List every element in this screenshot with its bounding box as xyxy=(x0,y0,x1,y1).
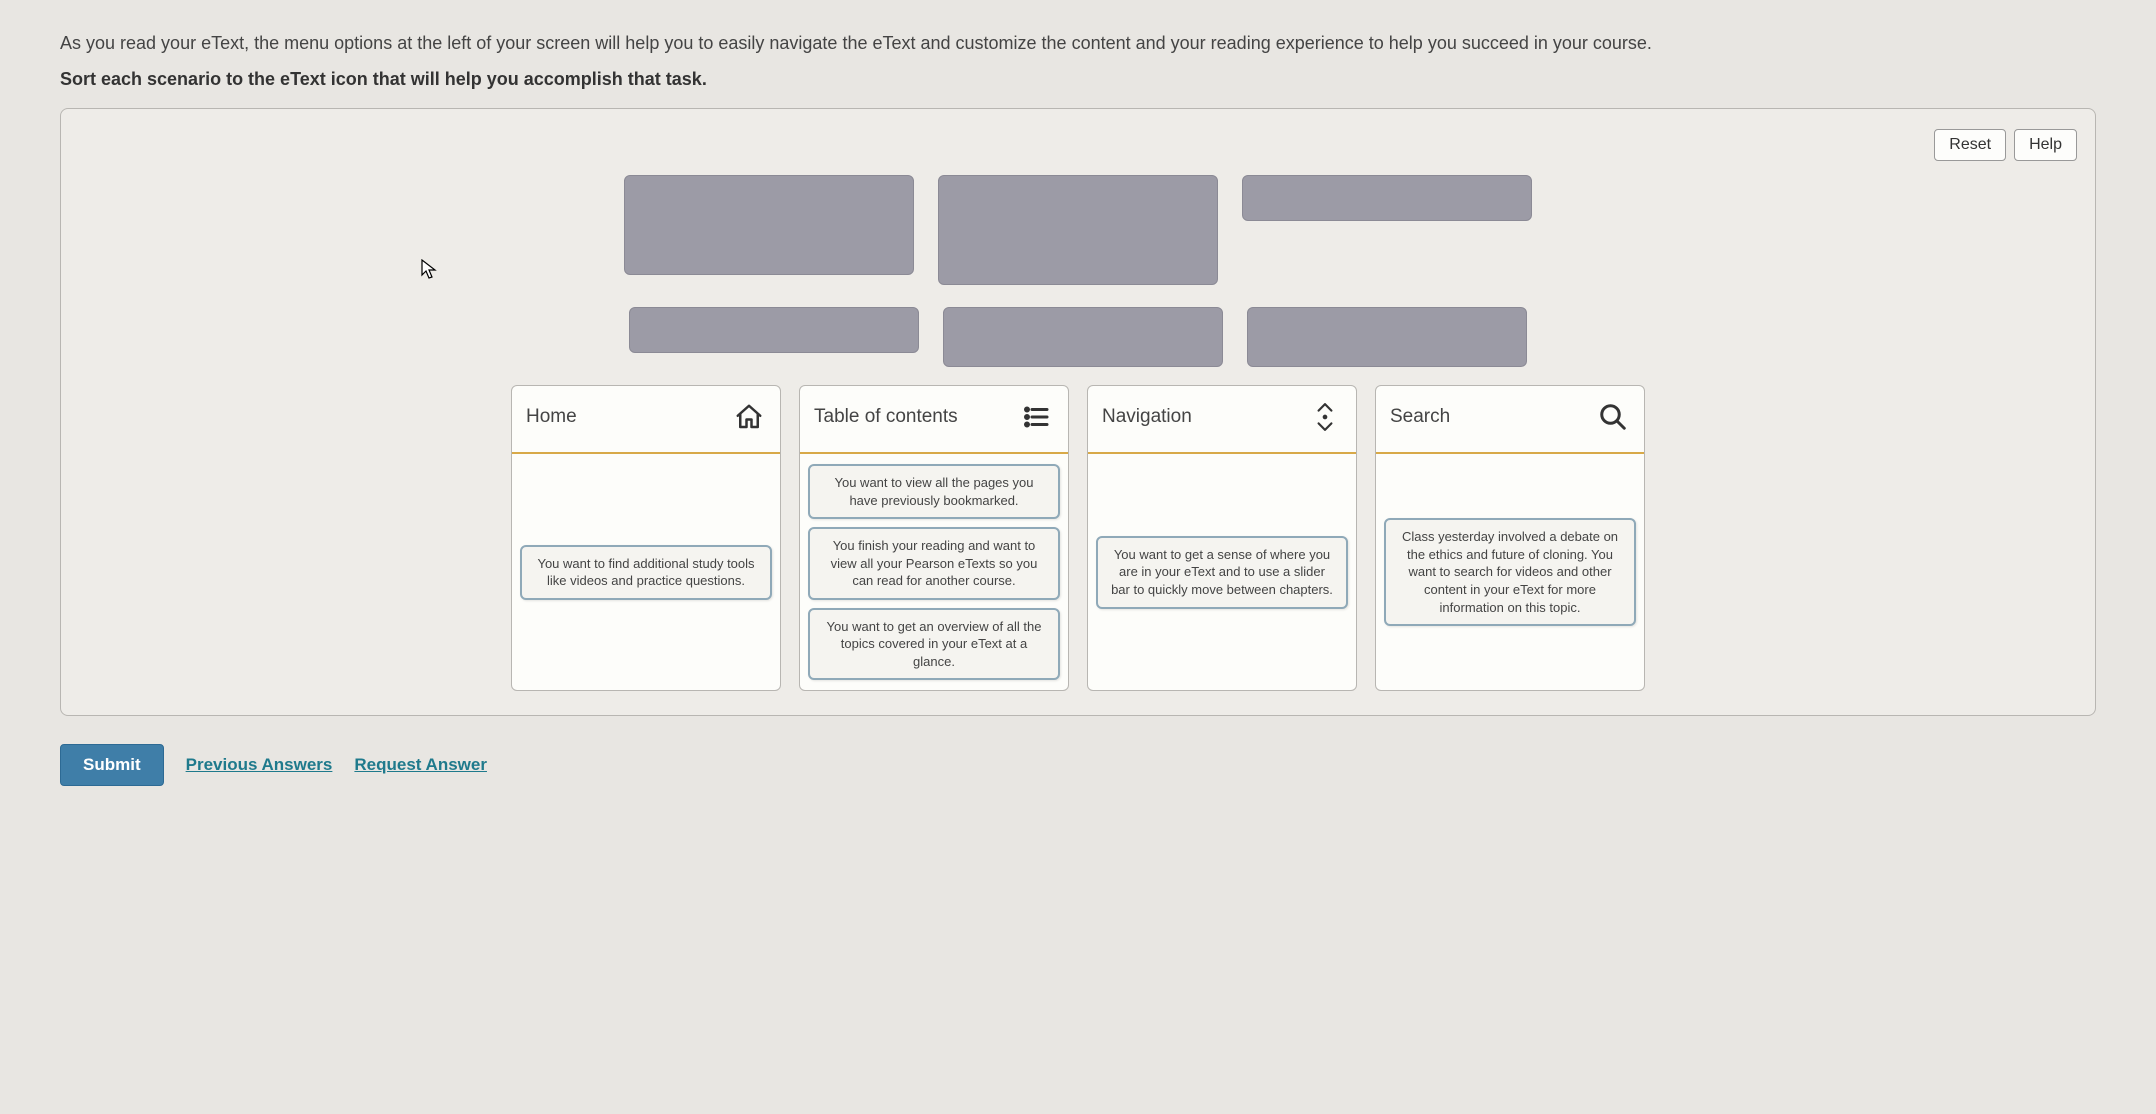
target-header: Navigation xyxy=(1088,386,1356,454)
empty-slot[interactable] xyxy=(943,307,1223,367)
target-navigation[interactable]: Navigation You want to get a sense of wh… xyxy=(1087,385,1357,691)
help-button[interactable]: Help xyxy=(2014,129,2077,161)
target-toc[interactable]: Table of contents You want to view all t… xyxy=(799,385,1069,691)
empty-slot[interactable] xyxy=(629,307,919,353)
intro-text: As you read your eText, the menu options… xyxy=(60,30,2096,57)
target-header: Table of contents xyxy=(800,386,1068,454)
instruction-text: Sort each scenario to the eText icon tha… xyxy=(60,69,2096,90)
empty-slot[interactable] xyxy=(938,175,1218,285)
search-icon xyxy=(1596,400,1630,434)
empty-slot[interactable] xyxy=(1242,175,1532,221)
target-title: Search xyxy=(1390,406,1450,428)
slots-row-1 xyxy=(624,175,1532,285)
reset-button[interactable]: Reset xyxy=(1934,129,2006,161)
previous-answers-link[interactable]: Previous Answers xyxy=(186,755,333,775)
target-body[interactable]: You want to view all the pages you have … xyxy=(800,454,1068,690)
target-header: Search xyxy=(1376,386,1644,454)
request-answer-link[interactable]: Request Answer xyxy=(354,755,487,775)
empty-slot[interactable] xyxy=(1247,307,1527,367)
empty-slot[interactable] xyxy=(624,175,914,275)
scenario-card[interactable]: Class yesterday involved a debate on the… xyxy=(1384,518,1636,626)
scenario-card[interactable]: You want to find additional study tools … xyxy=(520,545,772,600)
target-home[interactable]: Home You want to find additional study t… xyxy=(511,385,781,691)
top-buttons: Reset Help xyxy=(79,129,2077,161)
target-title: Home xyxy=(526,406,577,428)
target-body[interactable]: Class yesterday involved a debate on the… xyxy=(1376,454,1644,690)
target-header: Home xyxy=(512,386,780,454)
drop-targets-row: Home You want to find additional study t… xyxy=(79,385,2077,691)
target-body[interactable]: You want to find additional study tools … xyxy=(512,454,780,690)
target-body[interactable]: You want to get a sense of where you are… xyxy=(1088,454,1356,690)
slots-row-2 xyxy=(629,307,1527,367)
target-search[interactable]: Search Class yesterday involved a debate… xyxy=(1375,385,1645,691)
scenario-card[interactable]: You want to get an overview of all the t… xyxy=(808,608,1060,681)
scenario-card[interactable]: You want to view all the pages you have … xyxy=(808,464,1060,519)
target-title: Table of contents xyxy=(814,406,958,428)
navigation-icon xyxy=(1308,400,1342,434)
submit-button[interactable]: Submit xyxy=(60,744,164,786)
home-icon xyxy=(732,400,766,434)
scenario-card[interactable]: You finish your reading and want to view… xyxy=(808,527,1060,600)
bottom-actions: Submit Previous Answers Request Answer xyxy=(60,744,2096,786)
activity-container: Reset Help Home xyxy=(60,108,2096,716)
target-title: Navigation xyxy=(1102,406,1192,428)
toc-icon xyxy=(1020,400,1054,434)
scenario-card[interactable]: You want to get a sense of where you are… xyxy=(1096,536,1348,609)
source-slots-area xyxy=(79,175,2077,367)
